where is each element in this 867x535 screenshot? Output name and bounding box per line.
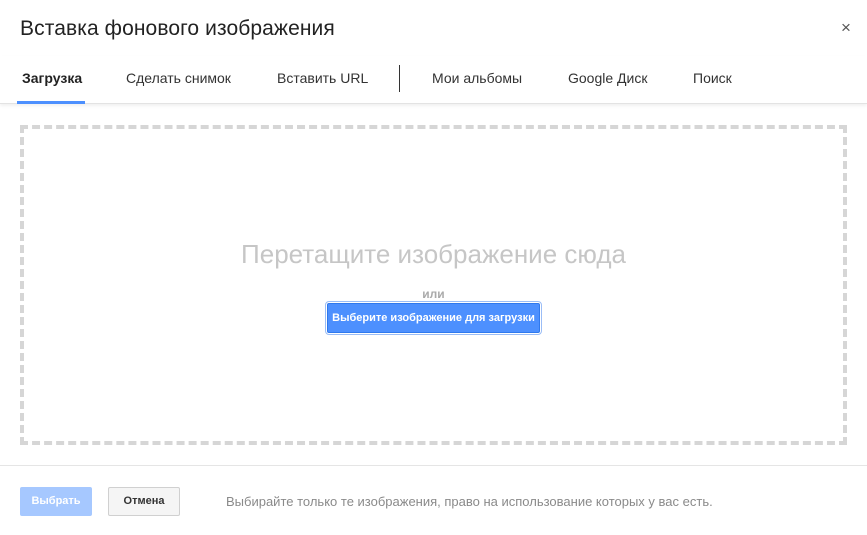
tab-bar: Загрузка Сделать снимок Вставить URL Мои… — [0, 56, 867, 104]
drop-zone-or-text: или — [422, 287, 445, 301]
footer-divider — [0, 465, 867, 466]
drop-zone-title: Перетащите изображение сюда — [241, 239, 626, 269]
close-icon[interactable]: × — [837, 18, 855, 36]
cancel-button[interactable]: Отмена — [108, 487, 180, 516]
tab-divider — [399, 65, 400, 92]
insert-background-image-dialog: Вставка фонового изображения × Загрузка … — [0, 0, 867, 535]
tab-insert-url[interactable]: Вставить URL — [277, 56, 368, 104]
select-image-button[interactable]: Выберите изображение для загрузки — [325, 301, 542, 335]
choose-button[interactable]: Выбрать — [20, 487, 92, 516]
drop-zone[interactable]: Перетащите изображение сюда или Выберите… — [20, 125, 847, 445]
tab-upload[interactable]: Загрузка — [22, 56, 82, 104]
active-tab-indicator — [17, 101, 85, 104]
footer-usage-note: Выбирайте только те изображения, право н… — [226, 494, 713, 509]
tab-search[interactable]: Поиск — [693, 56, 732, 104]
tab-take-snapshot[interactable]: Сделать снимок — [126, 56, 231, 104]
tab-google-drive[interactable]: Google Диск — [568, 56, 647, 104]
dialog-title: Вставка фонового изображения — [20, 17, 335, 40]
tab-my-albums[interactable]: Мои альбомы — [432, 56, 522, 104]
